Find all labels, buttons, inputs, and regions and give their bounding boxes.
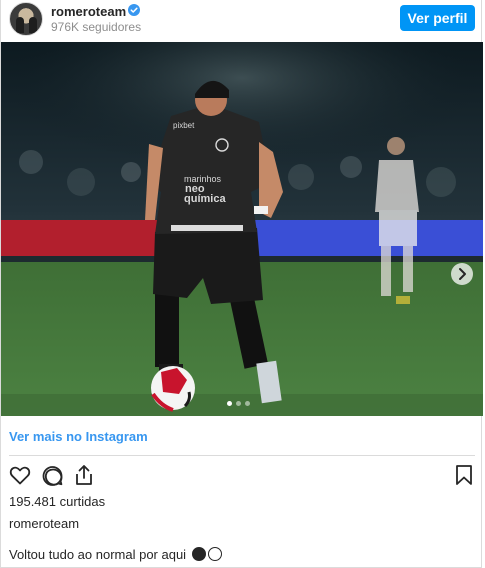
post-photo[interactable]: marinhos neo química pixbet xyxy=(1,42,483,416)
bookmark-icon[interactable] xyxy=(452,463,476,487)
heart-icon[interactable] xyxy=(8,463,32,487)
divider xyxy=(9,455,475,456)
carousel-dot xyxy=(236,401,241,406)
post-image: marinhos neo química pixbet xyxy=(1,42,483,416)
carousel-dot xyxy=(227,401,232,406)
shirt-sponsor-text: pixbet xyxy=(173,121,195,130)
caption-text: Voltou tudo ao normal por aqui xyxy=(9,547,187,562)
avatar-figure xyxy=(29,17,37,33)
avatar-figure xyxy=(16,17,24,33)
avatar[interactable] xyxy=(9,2,43,36)
view-more-on-instagram-link[interactable]: Ver mais no Instagram xyxy=(9,429,148,444)
carousel-next-button[interactable] xyxy=(451,263,473,285)
instagram-embed-card: romeroteam 976K seguidores Ver perfil ma… xyxy=(0,0,483,568)
carousel-dot xyxy=(245,401,250,406)
shirt-sponsor-text: química xyxy=(184,193,226,205)
caption-username[interactable]: romeroteam xyxy=(9,516,79,531)
post-header: romeroteam 976K seguidores Ver perfil xyxy=(1,0,483,42)
share-icon[interactable] xyxy=(72,463,96,487)
username[interactable]: romeroteam xyxy=(51,4,126,19)
like-count: 195.481 curtidas xyxy=(9,494,106,509)
white-circle-emoji-icon xyxy=(207,547,222,561)
view-profile-button[interactable]: Ver perfil xyxy=(400,5,475,31)
verified-badge-icon xyxy=(128,4,140,16)
follower-count: 976K seguidores xyxy=(51,20,142,34)
caption: Voltou tudo ao normal por aqui xyxy=(9,547,222,562)
black-circle-emoji-icon xyxy=(191,547,206,561)
comment-icon[interactable] xyxy=(40,463,64,487)
chevron-right-icon xyxy=(459,268,466,280)
